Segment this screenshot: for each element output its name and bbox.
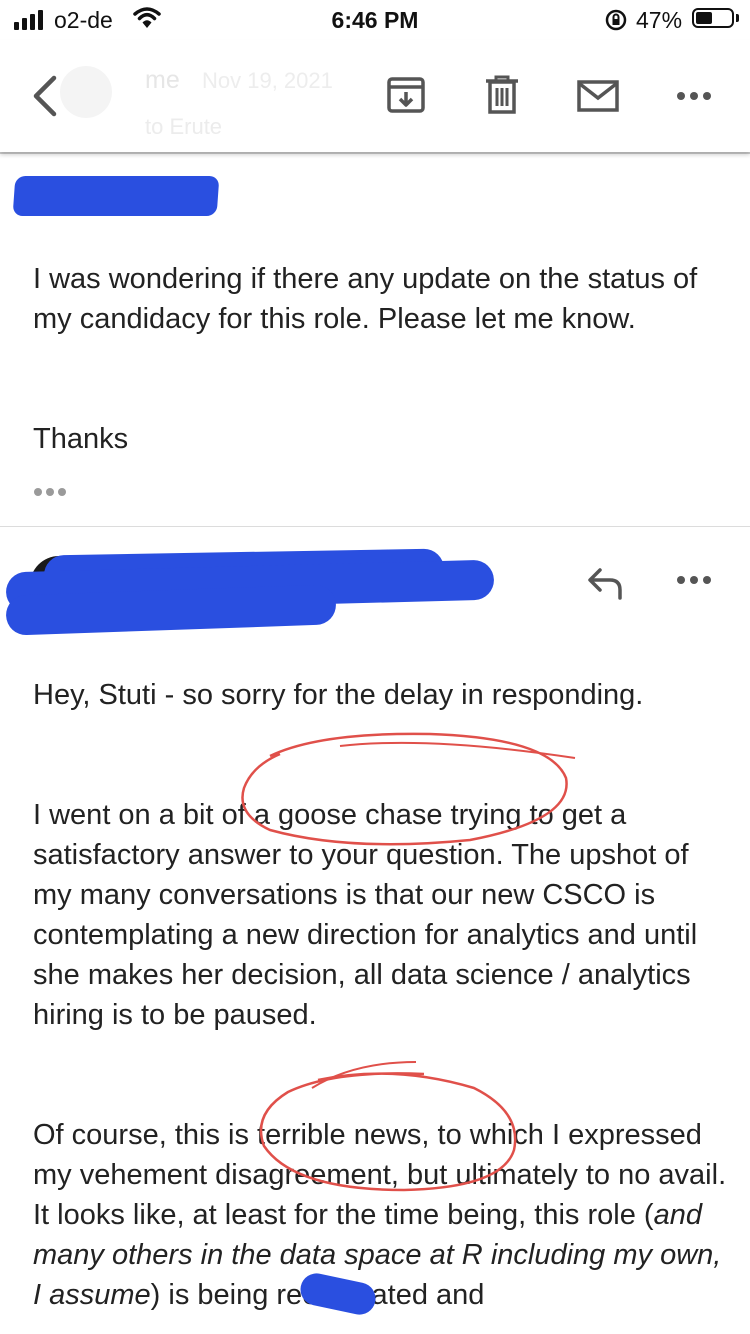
message2-paragraph3: Of course, this is terrible news, to whi… (33, 1115, 733, 1315)
trash-icon[interactable] (484, 74, 520, 114)
orientation-lock-icon (605, 9, 627, 31)
redacted-greeting (12, 176, 220, 216)
battery-icon (692, 8, 734, 28)
avatar (60, 66, 112, 118)
message-date: Nov 19, 2021 (202, 68, 333, 93)
archive-icon[interactable] (386, 74, 426, 114)
message-separator (0, 526, 750, 527)
show-trimmed-icon[interactable] (34, 488, 66, 496)
paragraph3-text-a: Of course, this is terrible news, to whi… (33, 1119, 727, 1231)
reply-icon[interactable] (586, 566, 626, 602)
battery-percent: 47% (636, 7, 683, 33)
header-divider (0, 152, 750, 154)
more-icon[interactable] (676, 90, 712, 102)
message1-body: I was wondering if there any update on t… (33, 263, 698, 335)
sender-name: me (145, 66, 180, 94)
status-bar: o2-de 6:46 PM 47% (0, 0, 750, 40)
message1-closing: Thanks (33, 423, 129, 455)
mail-icon[interactable] (577, 80, 619, 112)
message-header: me Nov 19, 2021 to Erute (0, 40, 750, 152)
message2-paragraph2: I went on a bit of a goose chase trying … (33, 799, 698, 1031)
message-more-icon[interactable] (676, 574, 712, 586)
recipient-line[interactable]: to Erute (145, 114, 222, 140)
back-icon[interactable] (28, 72, 64, 120)
battery-tip (736, 14, 739, 22)
message2-greeting: Hey, Stuti - so sorry for the delay in r… (33, 679, 644, 711)
